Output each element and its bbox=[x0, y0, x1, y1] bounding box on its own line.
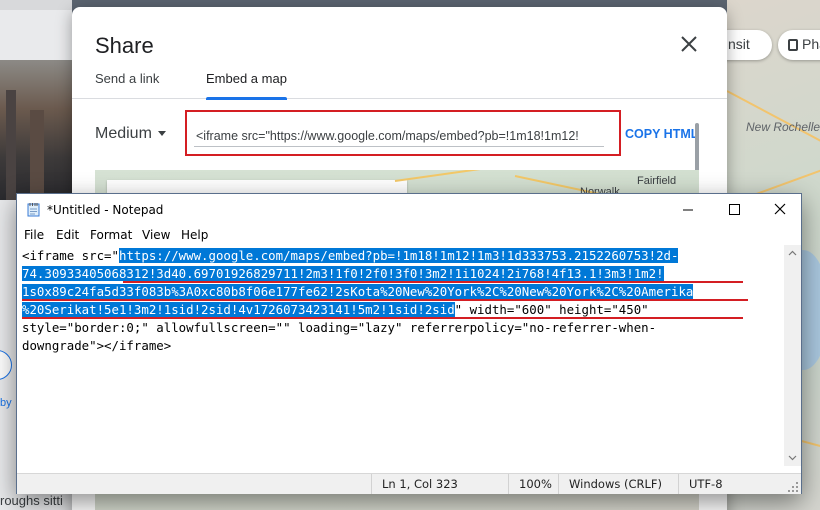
chevron-down-icon bbox=[157, 131, 166, 137]
close-button[interactable] bbox=[757, 194, 803, 225]
status-encoding: UTF-8 bbox=[678, 474, 778, 494]
map-label: New Rochelle bbox=[746, 120, 820, 134]
notepad-app-icon bbox=[26, 202, 41, 217]
notepad-menubar: File Edit Format View Help bbox=[17, 225, 801, 245]
text-line: downgrade"></iframe> bbox=[22, 337, 784, 355]
text-selection: 74.30933405068312!3d40.69701926829711!2m… bbox=[22, 265, 664, 281]
pharmacy-chip[interactable]: Pha bbox=[778, 30, 820, 60]
notepad-title: *Untitled - Notepad bbox=[47, 203, 164, 217]
highlight-underline bbox=[22, 299, 748, 301]
highlight-underline bbox=[123, 281, 743, 283]
left-panel-top-strip bbox=[0, 0, 72, 10]
text-plain: " width="600" height="450" bbox=[454, 301, 649, 317]
transit-chip-label: nsit bbox=[728, 36, 750, 52]
notepad-window: *Untitled - Notepad File Edit Format Vie… bbox=[16, 193, 802, 494]
pharmacy-icon bbox=[788, 39, 798, 52]
preview-label-fairfield: Fairfield bbox=[637, 175, 677, 187]
text-plain: <iframe src=" bbox=[22, 248, 119, 263]
text-line: %20Serikat!5e1!3m2!1sid!2sid!4v172607342… bbox=[22, 301, 784, 319]
embed-code-field[interactable] bbox=[194, 125, 604, 147]
text-plain: downgrade"></iframe> bbox=[22, 337, 172, 353]
menu-help[interactable]: Help bbox=[181, 228, 208, 242]
copy-html-button[interactable]: COPY HTML bbox=[625, 127, 698, 141]
text-selection: %20Serikat!5e1!3m2!1sid!2sid!4v172607342… bbox=[22, 301, 455, 317]
action-circle-button[interactable] bbox=[0, 350, 12, 380]
size-dropdown[interactable]: Medium bbox=[95, 125, 166, 143]
left-panel-snippet: roughs sitti bbox=[0, 493, 63, 508]
menu-edit[interactable]: Edit bbox=[56, 228, 79, 242]
menu-view[interactable]: View bbox=[142, 228, 170, 242]
dialog-title: Share bbox=[95, 33, 154, 58]
resize-grip-icon[interactable] bbox=[788, 480, 799, 492]
status-bar: Ln 1, Col 323 100% Windows (CRLF) UTF-8 bbox=[17, 473, 801, 494]
highlight-underline bbox=[22, 317, 743, 319]
left-panel-by-text: by bbox=[0, 397, 12, 409]
status-line-ending: Windows (CRLF) bbox=[558, 474, 678, 494]
minimize-button[interactable] bbox=[665, 194, 711, 225]
vertical-scrollbar[interactable] bbox=[784, 245, 801, 466]
notepad-titlebar[interactable]: *Untitled - Notepad bbox=[17, 194, 801, 225]
text-line: <iframe src="https://www.google.com/maps… bbox=[22, 247, 784, 265]
menu-format[interactable]: Format bbox=[90, 228, 132, 242]
size-dropdown-label: Medium bbox=[95, 125, 152, 142]
maximize-button[interactable] bbox=[711, 194, 757, 225]
status-zoom: 100% bbox=[508, 474, 558, 494]
share-tabs: Send a link Embed a map bbox=[72, 69, 727, 100]
text-selection: 1s0x89c24fa5d33f083b%3A0xc80b8f06e177fe6… bbox=[22, 283, 694, 299]
menu-file[interactable]: File bbox=[24, 228, 44, 242]
close-icon[interactable] bbox=[676, 31, 702, 57]
text-line: style="border:0;" allowfullscreen="" loa… bbox=[22, 319, 784, 337]
place-photo[interactable] bbox=[0, 60, 72, 200]
text-selection: https://www.google.com/maps/embed?pb=!1m… bbox=[118, 248, 679, 263]
notepad-text-area[interactable]: <iframe src="https://www.google.com/maps… bbox=[22, 247, 784, 467]
text-plain: style="border:0;" allowfullscreen="" loa… bbox=[22, 319, 657, 335]
tab-embed-map[interactable]: Embed a map bbox=[206, 71, 287, 100]
pharmacy-chip-label: Pha bbox=[802, 36, 820, 52]
tab-send-link[interactable]: Send a link bbox=[95, 71, 159, 86]
status-position: Ln 1, Col 323 bbox=[371, 474, 501, 494]
